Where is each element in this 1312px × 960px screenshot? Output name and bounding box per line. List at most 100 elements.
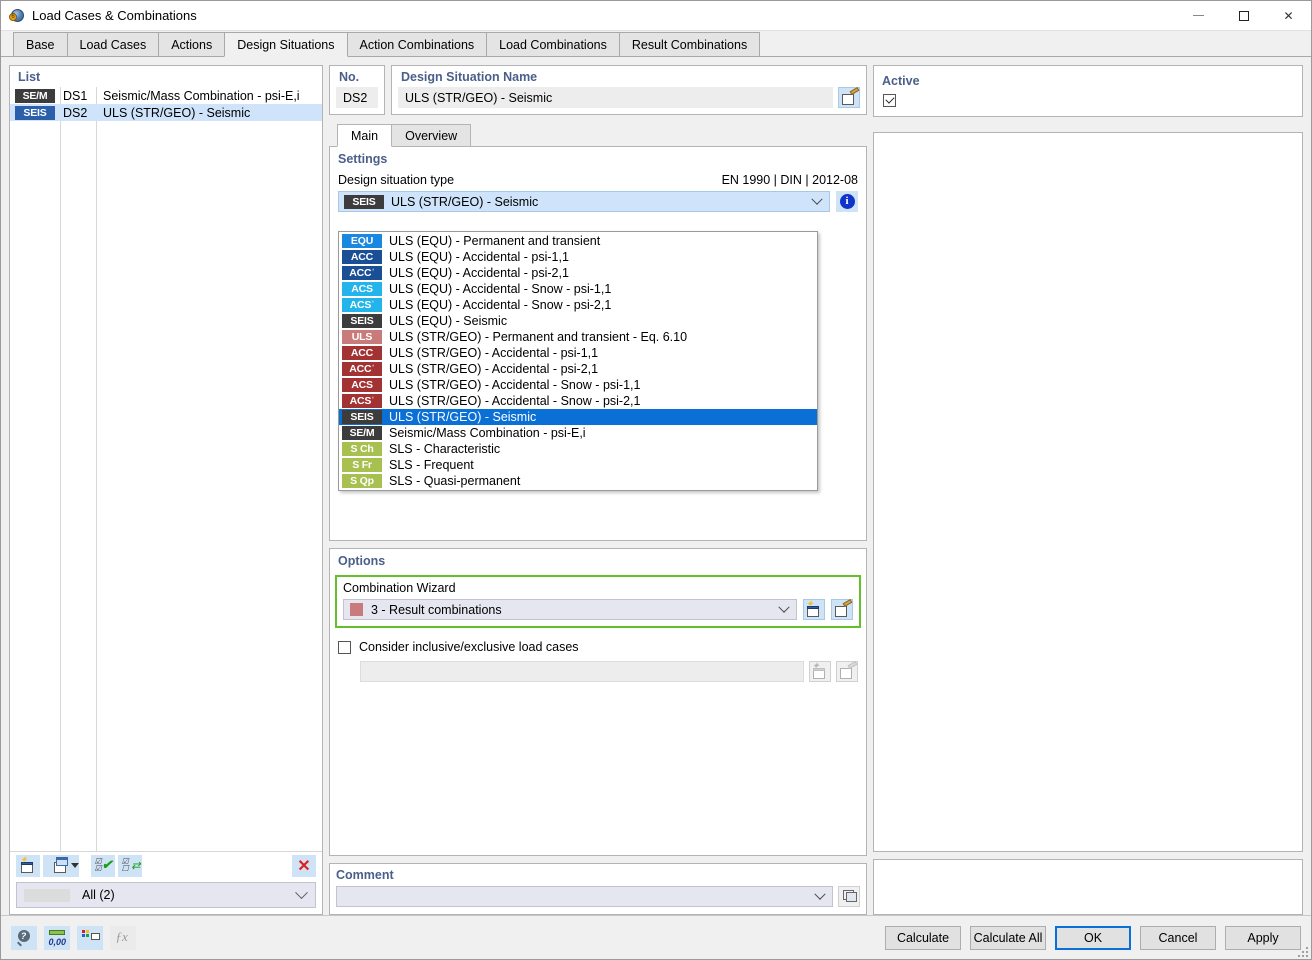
minimize-button[interactable] xyxy=(1176,1,1221,31)
list-item[interactable]: ACCˈ ULS (EQU) - Accidental - psi-2,1 xyxy=(339,265,817,281)
info-button[interactable]: i xyxy=(836,191,858,212)
tab-action-combinations[interactable]: Action Combinations xyxy=(346,32,488,56)
list-item[interactable]: ACSˈ ULS (EQU) - Accidental - Snow - psi-… xyxy=(339,297,817,313)
no-label: No. xyxy=(339,70,360,84)
detail-column: No. DS2 Design Situation Name ULS (STR/G… xyxy=(329,65,867,915)
maximize-button[interactable] xyxy=(1221,1,1266,31)
inclusive-exclusive-checkbox[interactable] xyxy=(338,640,351,654)
table-row[interactable]: SEIS DS2 ULS (STR/GEO) - Seismic xyxy=(10,104,322,121)
comment-input[interactable] xyxy=(336,886,833,907)
list-item[interactable]: S Ch SLS - Characteristic xyxy=(339,441,817,457)
edit-wizard-icon xyxy=(834,599,852,617)
calculate-button[interactable]: Calculate xyxy=(885,925,961,950)
option-badge: ACSˈ xyxy=(342,298,382,312)
cancel-button[interactable]: Cancel xyxy=(1140,925,1216,950)
new-disabled-button: ✦ xyxy=(809,661,831,682)
tab-base[interactable]: Base xyxy=(13,32,68,56)
copy-comment-button[interactable] xyxy=(838,886,860,907)
no-value: DS2 xyxy=(336,87,378,108)
chevron-down-icon xyxy=(814,888,826,900)
red-x-icon: ✕ xyxy=(297,857,311,875)
edit-disabled-button xyxy=(836,661,858,682)
close-button[interactable]: ✕ xyxy=(1266,1,1311,31)
ok-button[interactable]: OK xyxy=(1055,925,1131,950)
option-badge: ULS xyxy=(342,330,382,344)
no-field-group: No. DS2 xyxy=(329,65,385,115)
list-item[interactable]: ACS ULS (EQU) - Accidental - Snow - psi-1… xyxy=(339,281,817,297)
status-bar: ? 0,00 ƒx Calculate Calculate All OK Can… xyxy=(1,915,1311,959)
design-situation-type-combo[interactable]: SEIS ULS (STR/GEO) - Seismic xyxy=(338,191,830,212)
toggle-selection-icon: ☑ ☐ ⇄ xyxy=(121,857,141,873)
resize-grip[interactable] xyxy=(1296,945,1308,957)
dialog-buttons: Calculate Calculate All OK Cancel Apply xyxy=(885,925,1301,950)
units-button[interactable]: 0,00 xyxy=(44,925,70,950)
list-item[interactable]: EQU ULS (EQU) - Permanent and transient xyxy=(339,233,817,249)
main-tabs: Base Load Cases Actions Design Situation… xyxy=(1,31,1311,57)
option-badge: ACCˈ xyxy=(342,266,382,280)
combination-wizard-combo[interactable]: 3 - Result combinations xyxy=(343,599,797,620)
option-badge: ACC xyxy=(342,250,382,264)
option-badge: EQU xyxy=(342,234,382,248)
inclusive-exclusive-field xyxy=(360,661,804,682)
option-badge: ACS xyxy=(342,378,382,392)
button-label: Calculate xyxy=(896,930,950,945)
list-item[interactable]: ULS ULS (STR/GEO) - Permanent and transie… xyxy=(339,329,817,345)
option-label: SLS - Quasi-permanent xyxy=(389,474,521,488)
button-label: Apply xyxy=(1247,930,1279,945)
tab-load-combinations[interactable]: Load Combinations xyxy=(486,32,620,56)
edit-name-button[interactable] xyxy=(838,87,860,108)
inclusive-exclusive-row[interactable]: Consider inclusive/exclusive load cases xyxy=(338,640,858,654)
list-item[interactable]: ACC ULS (EQU) - Accidental - psi-1,1 xyxy=(339,249,817,265)
tab-actions[interactable]: Actions xyxy=(158,32,226,56)
list-filter-dropdown[interactable]: All (2) xyxy=(16,882,316,908)
tab-result-combinations[interactable]: Result Combinations xyxy=(618,32,761,56)
help-search-button[interactable]: ? xyxy=(11,925,37,950)
dialog-body: List SE/M DS1 Seismic/Mass Combination -… xyxy=(1,57,1311,915)
list-item[interactable]: SE/M Seismic/Mass Combination - psi-E,i xyxy=(339,425,817,441)
active-section: Active xyxy=(873,65,1303,117)
apply-button[interactable]: Apply xyxy=(1225,925,1301,950)
tab-label: Result Combinations xyxy=(631,37,748,52)
calculate-all-button[interactable]: Calculate All xyxy=(970,925,1046,950)
select-all-button[interactable]: ☑ ☑ ✔ xyxy=(91,854,115,877)
list-item[interactable]: S Qp SLS - Quasi-permanent xyxy=(339,473,817,489)
option-label: SLS - Frequent xyxy=(389,458,474,472)
subtab-label: Overview xyxy=(405,128,458,143)
list-item[interactable]: SEIS ULS (EQU) - Seismic xyxy=(339,313,817,329)
tab-load-cases[interactable]: Load Cases xyxy=(66,32,160,56)
tab-label: Base xyxy=(26,37,55,52)
table-row[interactable]: SE/M DS1 Seismic/Mass Combination - psi-… xyxy=(10,87,322,104)
formula-icon: ƒx xyxy=(115,929,128,944)
copy-comment-icon xyxy=(841,889,858,904)
active-checkbox[interactable] xyxy=(883,94,896,107)
invert-selection-button[interactable]: ☑ ☐ ⇄ xyxy=(118,854,142,877)
name-input[interactable]: ULS (STR/GEO) - Seismic xyxy=(398,87,833,108)
list-item[interactable]: ACSˈ ULS (STR/GEO) - Accidental - Snow - … xyxy=(339,393,817,409)
design-situations-list[interactable]: SE/M DS1 Seismic/Mass Combination - psi-… xyxy=(10,87,322,851)
button-label: Calculate All xyxy=(973,930,1043,945)
row-name: Seismic/Mass Combination - psi-E,i xyxy=(103,88,300,103)
new-wizard-button[interactable]: ✦ xyxy=(803,599,825,620)
delete-button[interactable]: ✕ xyxy=(292,854,316,877)
tab-overview[interactable]: Overview xyxy=(391,124,472,146)
check-all-icon: ☑ ☑ ✔ xyxy=(94,857,113,873)
tab-main[interactable]: Main xyxy=(337,124,393,147)
design-situation-type-label: Design situation type xyxy=(338,173,455,187)
selected-value: ULS (STR/GEO) - Seismic xyxy=(391,194,539,209)
combination-wizard-label: Combination Wizard xyxy=(343,581,456,595)
list-item[interactable]: S Fr SLS - Frequent xyxy=(339,457,817,473)
tab-design-situations[interactable]: Design Situations xyxy=(224,32,348,57)
edit-wizard-button[interactable] xyxy=(831,599,853,620)
row-no: DS2 xyxy=(63,105,88,120)
button-label: OK xyxy=(1083,930,1103,945)
list-item-selected[interactable]: SEIS ULS (STR/GEO) - Seismic xyxy=(339,409,817,425)
tab-label: Load Combinations xyxy=(499,37,607,52)
wizard-color-swatch xyxy=(350,603,363,616)
copy-button[interactable] xyxy=(43,854,79,877)
list-item[interactable]: ACC ULS (STR/GEO) - Accidental - psi-1,1 xyxy=(339,345,817,361)
design-situation-type-dropdown[interactable]: EQU ULS (EQU) - Permanent and transient A… xyxy=(338,231,818,491)
list-item[interactable]: ACS ULS (STR/GEO) - Accidental - Snow - p… xyxy=(339,377,817,393)
list-item[interactable]: ACCˈ ULS (STR/GEO) - Accidental - psi-2,1 xyxy=(339,361,817,377)
display-properties-button[interactable] xyxy=(77,925,103,950)
new-button[interactable]: ✦ xyxy=(16,854,40,877)
